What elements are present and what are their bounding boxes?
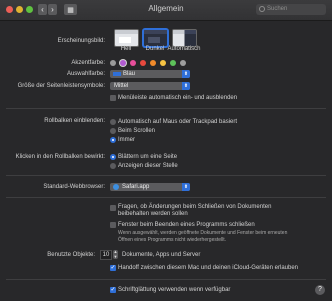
search-input[interactable]: Suchen bbox=[256, 4, 326, 15]
scroll-click-label: Klicken in den Rollbalken bewirkt: bbox=[15, 154, 105, 160]
safari-icon bbox=[113, 184, 119, 190]
accent-color-swatch[interactable] bbox=[150, 60, 156, 66]
scroll-click-spot-label: Anzeigen dieser Stelle bbox=[118, 163, 178, 169]
title-bar: ‹ › ▦ Allgemein Suchen bbox=[0, 0, 332, 21]
divider bbox=[6, 197, 326, 198]
divider bbox=[6, 175, 326, 176]
accent-color-swatch[interactable] bbox=[110, 60, 116, 66]
default-browser-popup[interactable]: Safari.app ⬍ bbox=[110, 183, 190, 191]
scrollbars-scrolling-radio[interactable] bbox=[110, 128, 116, 134]
accent-color-swatch[interactable] bbox=[140, 60, 146, 66]
sidebar-icon-size-label: Größe der Seitenleistensymbole: bbox=[17, 83, 105, 89]
sidebar-icon-size-value: Mittel bbox=[114, 83, 129, 89]
highlight-color-label: Auswahlfarbe: bbox=[66, 71, 105, 77]
highlight-color-popup[interactable]: Blau ⬍ bbox=[110, 70, 190, 78]
handoff-label: Handoff zwischen diesem Mac und deinen i… bbox=[118, 265, 298, 271]
scrollbars-scrolling-label: Beim Scrollen bbox=[118, 128, 156, 134]
menubar-autohide-checkbox[interactable] bbox=[110, 95, 116, 101]
preferences-window: ‹ › ▦ Allgemein Suchen Erscheinungsbild:… bbox=[0, 0, 332, 301]
divider bbox=[6, 279, 326, 280]
accent-color-label: Akzentfarbe: bbox=[71, 60, 105, 66]
accent-color-swatch[interactable] bbox=[130, 60, 136, 66]
appearance-auto-label: Automatisch bbox=[167, 46, 201, 52]
scrollbars-always-radio[interactable] bbox=[110, 137, 116, 143]
chevron-updown-icon: ⬍ bbox=[182, 183, 190, 191]
recent-items-suffix: Dokumente, Apps und Server bbox=[122, 252, 201, 258]
appearance-dark-option[interactable] bbox=[143, 29, 168, 47]
accent-color-swatch[interactable] bbox=[170, 60, 176, 66]
scroll-click-spot-radio[interactable] bbox=[110, 163, 116, 169]
ask-keep-changes-checkbox[interactable] bbox=[110, 205, 116, 211]
search-placeholder: Suchen bbox=[267, 6, 288, 12]
close-windows-note: Wenn ausgewählt, werden geöffnete Dokume… bbox=[118, 230, 288, 243]
default-browser-label: Standard-Webbrowser: bbox=[43, 184, 105, 190]
scroll-click-page-label: Blättern um eine Seite bbox=[118, 154, 178, 160]
search-icon bbox=[259, 6, 265, 12]
accent-color-swatch[interactable] bbox=[160, 60, 166, 66]
appearance-light-option[interactable] bbox=[114, 29, 139, 47]
chevron-updown-icon: ⬍ bbox=[182, 82, 190, 90]
highlight-swatch bbox=[113, 72, 121, 76]
show-scrollbars-label: Rollbalken einblenden: bbox=[44, 118, 105, 124]
help-button[interactable]: ? bbox=[315, 285, 325, 295]
default-browser-value: Safari.app bbox=[122, 184, 150, 190]
close-windows-checkbox[interactable] bbox=[110, 222, 116, 228]
font-smoothing-label: Schriftglättung verwenden wenn verfügbar bbox=[118, 287, 231, 293]
appearance-auto-option[interactable] bbox=[172, 29, 197, 47]
recent-items-label: Benutzte Objekte: bbox=[47, 252, 95, 258]
appearance-label: Erscheinungsbild: bbox=[57, 38, 105, 44]
accent-color-swatch[interactable] bbox=[120, 60, 126, 66]
chevron-updown-icon: ⬍ bbox=[182, 70, 190, 78]
ask-keep-changes-label: Fragen, ob Änderungen beim Schließen von… bbox=[118, 204, 272, 217]
handoff-checkbox[interactable]: ✓ bbox=[110, 265, 116, 271]
accent-color-swatch[interactable] bbox=[180, 60, 186, 66]
font-smoothing-checkbox[interactable]: ✓ bbox=[110, 287, 116, 293]
scrollbars-auto-label: Automatisch auf Maus oder Trackpad basie… bbox=[118, 119, 238, 125]
recent-items-field[interactable]: 10 bbox=[100, 250, 112, 260]
recent-items-stepper[interactable]: ▲ ▼ bbox=[113, 249, 118, 259]
close-windows-label: Fenster beim Beenden eines Programms sch… bbox=[118, 222, 255, 228]
scrollbars-always-label: Immer bbox=[118, 137, 135, 143]
divider bbox=[6, 108, 326, 109]
sidebar-icon-size-popup[interactable]: Mittel ⬍ bbox=[110, 82, 190, 90]
highlight-color-value: Blau bbox=[123, 71, 136, 77]
menubar-autohide-label: Menüleiste automatisch ein- und ausblend… bbox=[118, 95, 238, 101]
scroll-click-page-radio[interactable] bbox=[110, 154, 116, 160]
scrollbars-auto-radio[interactable] bbox=[110, 119, 116, 125]
